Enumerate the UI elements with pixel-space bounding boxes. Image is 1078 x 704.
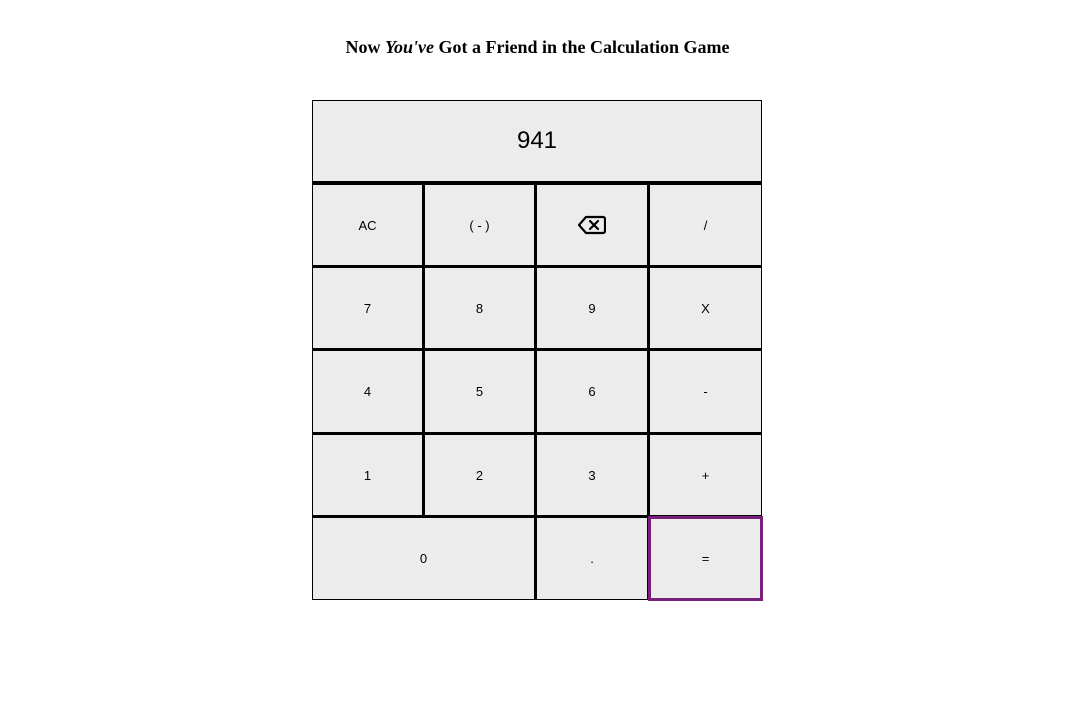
digit-6-button[interactable]: 6	[536, 350, 649, 434]
add-button[interactable]: +	[649, 434, 762, 517]
multiply-button[interactable]: X	[649, 267, 762, 350]
clear-button[interactable]: AC	[312, 184, 424, 267]
subtract-button[interactable]: -	[649, 350, 762, 434]
calculator-display: 941	[312, 100, 762, 184]
digit-2-button[interactable]: 2	[424, 434, 536, 517]
digit-0-button[interactable]: 0	[312, 517, 536, 600]
digit-1-button[interactable]: 1	[312, 434, 424, 517]
negate-button[interactable]: ( - )	[424, 184, 536, 267]
divide-button[interactable]: /	[649, 184, 762, 267]
digit-9-button[interactable]: 9	[536, 267, 649, 350]
title-suffix: Got a Friend in the Calculation Game	[434, 37, 730, 57]
calculator: 941 AC ( - ) / 7 8 9 X 4 5 6 - 1 2 3 + 0…	[312, 100, 763, 601]
digit-5-button[interactable]: 5	[424, 350, 536, 434]
title-emphasis: You've	[385, 37, 434, 57]
decimal-button[interactable]: .	[536, 517, 649, 600]
digit-4-button[interactable]: 4	[312, 350, 424, 434]
title-prefix: Now	[345, 37, 385, 57]
backspace-button[interactable]	[536, 184, 649, 267]
page-title: Now You've Got a Friend in the Calculati…	[0, 35, 1075, 59]
digit-3-button[interactable]: 3	[536, 434, 649, 517]
digit-8-button[interactable]: 8	[424, 267, 536, 350]
backspace-icon	[578, 215, 606, 235]
digit-7-button[interactable]: 7	[312, 267, 424, 350]
equals-button[interactable]: =	[648, 516, 763, 601]
